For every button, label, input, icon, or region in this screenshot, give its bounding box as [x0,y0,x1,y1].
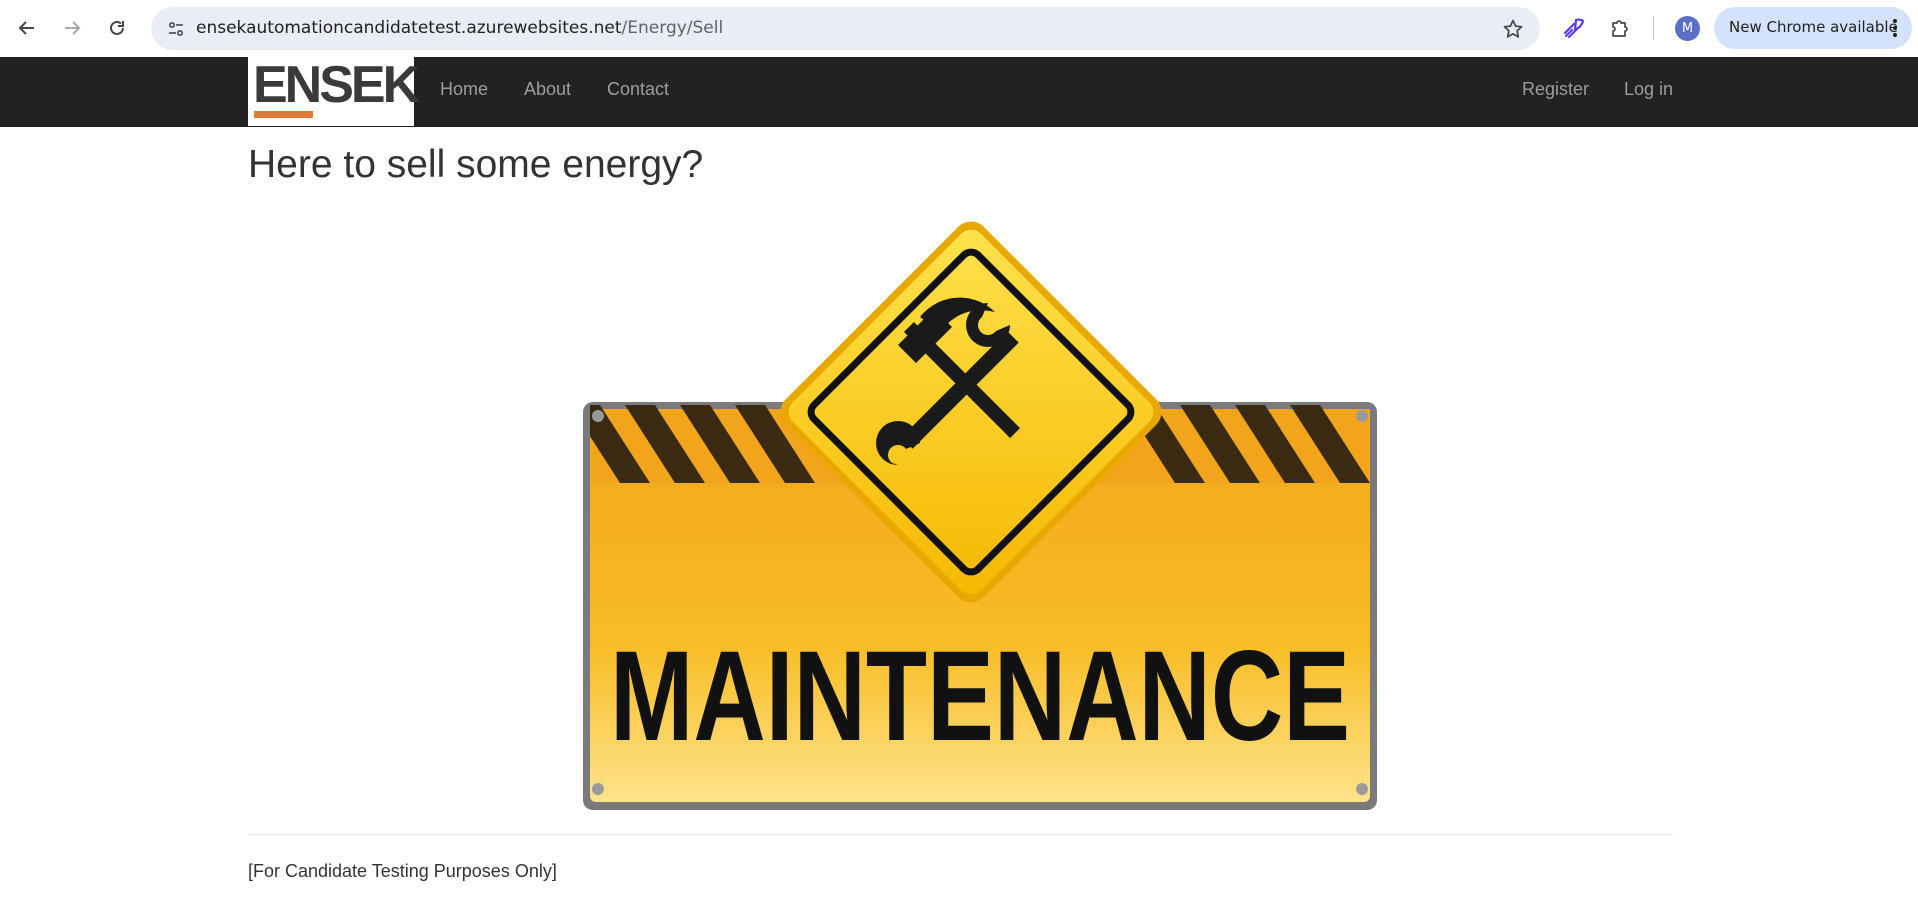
footer-divider [248,834,1673,835]
nav-login[interactable]: Log in [1624,79,1673,100]
star-icon [1503,19,1523,38]
url-host: ensekautomationcandidatetest.azurewebsit… [196,18,622,38]
nav-about[interactable]: About [524,79,571,100]
logo-underline [254,111,313,118]
nav-register[interactable]: Register [1522,79,1589,100]
forward-button[interactable] [56,12,88,44]
site-info-button[interactable] [161,14,191,44]
extension-button[interactable] [1558,12,1590,44]
reload-icon [110,20,124,35]
ensek-logo[interactable]: ENSEK [248,56,420,126]
extensions-menu-button[interactable] [1604,12,1636,44]
address-bar[interactable]: ensekautomationcandidatetest.azurewebsit… [151,7,1540,50]
logo-text: ENSEK [253,56,420,114]
url-path: /Energy/Sell [621,18,724,38]
update-chrome-button[interactable]: New Chrome available [1714,7,1912,49]
nav-contact[interactable]: Contact [607,79,669,100]
screw [592,410,604,422]
back-arrow-icon [18,21,34,35]
bookmark-button[interactable] [1500,16,1526,42]
maintenance-image: MAINTENANCE [580,205,1380,815]
screw [592,783,604,795]
nav-home[interactable]: Home [440,79,488,100]
extension-rocket-icon [1563,18,1585,39]
browser-toolbar: ensekautomationcandidatetest.azurewebsit… [0,0,1918,57]
profile-avatar[interactable]: M [1675,16,1700,41]
forward-arrow-icon [65,21,81,35]
puzzle-icon [1612,20,1628,37]
footer-text: [For Candidate Testing Purposes Only] [248,861,557,881]
maintenance-text: MAINTENANCE [610,625,1350,768]
reload-button[interactable] [101,12,133,44]
site-info-icon [168,21,184,37]
toolbar-divider [1653,16,1654,40]
update-label: New Chrome available [1729,18,1898,36]
more-vert-icon [1893,19,1897,37]
url-text[interactable]: ensekautomationcandidatetest.azurewebsit… [196,18,723,38]
more-menu-button[interactable] [1888,15,1902,41]
screw [1356,410,1368,422]
back-button[interactable] [11,12,43,44]
page-title: Here to sell some energy? [248,143,704,186]
screw [1356,783,1368,795]
